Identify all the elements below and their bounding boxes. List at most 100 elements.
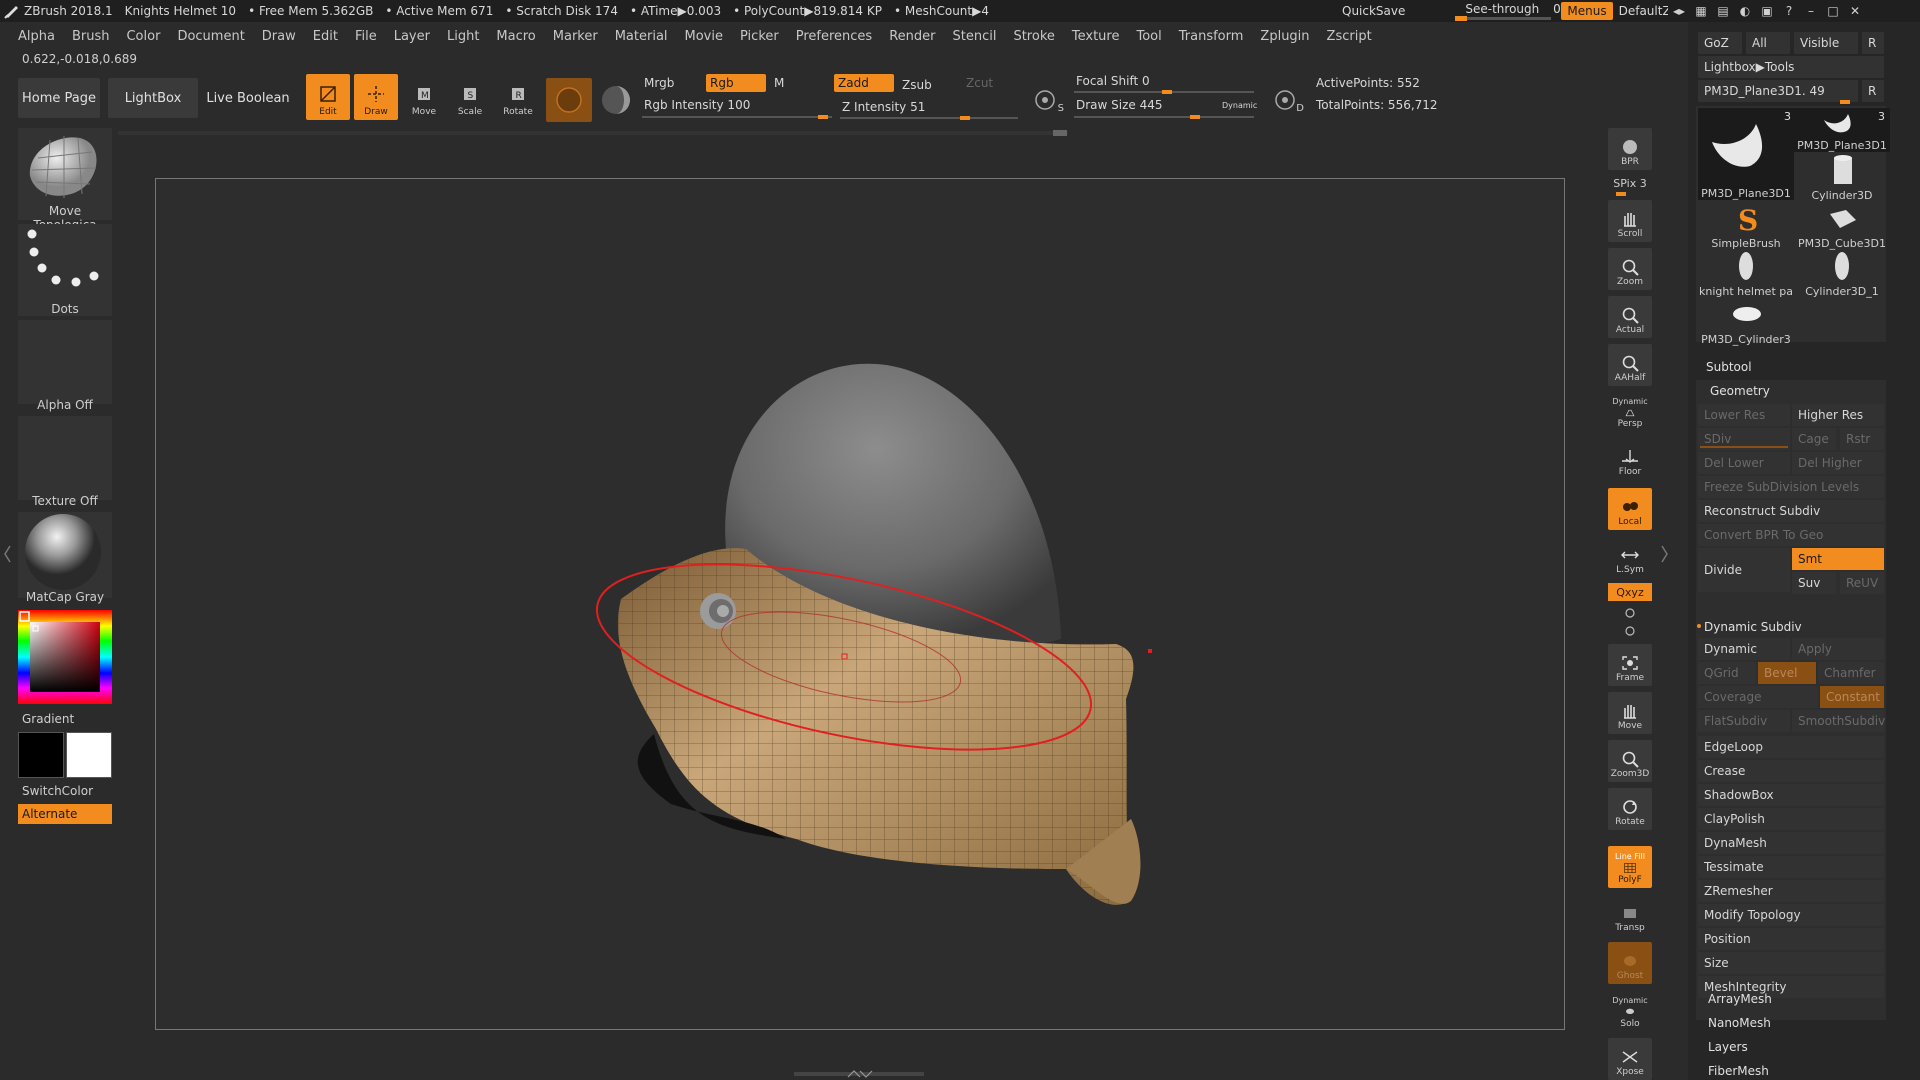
subtool-section[interactable]: Subtool xyxy=(1706,360,1752,374)
current-tool-knob[interactable] xyxy=(1840,100,1850,104)
z-intensity-slider[interactable]: Z Intensity 51 xyxy=(838,98,1018,116)
tool-thumb-cube3d[interactable]: PM3D_Cube3D1 xyxy=(1794,202,1890,250)
material-sphere-button[interactable] xyxy=(546,78,592,122)
cage-button[interactable]: Cage xyxy=(1792,428,1836,450)
document-canvas[interactable] xyxy=(155,178,1565,1030)
m-toggle[interactable]: M xyxy=(770,74,810,92)
reconstruct-subdiv-button[interactable]: Reconstruct Subdiv xyxy=(1698,500,1884,522)
higher-res-button[interactable]: Higher Res xyxy=(1792,404,1884,426)
smt-toggle[interactable]: Smt xyxy=(1792,548,1884,570)
d-dynamic-button[interactable]: D xyxy=(1270,82,1306,118)
s-focal-button[interactable]: S xyxy=(1030,82,1066,118)
tool-thumb-cylinder3d[interactable]: Cylinder3D xyxy=(1794,154,1890,202)
tessimate-section[interactable]: Tessimate xyxy=(1698,856,1884,878)
right-panel-collapse-icon[interactable] xyxy=(1660,544,1668,564)
fibermesh-section[interactable]: FiberMesh xyxy=(1708,1064,1769,1078)
spix-knob[interactable] xyxy=(1616,192,1626,196)
menu-material[interactable]: Material xyxy=(615,29,668,44)
primary-color-swatch[interactable] xyxy=(18,732,64,778)
menu-render[interactable]: Render xyxy=(889,29,935,44)
modify-topology-section[interactable]: Modify Topology xyxy=(1698,904,1884,926)
xpose-button[interactable]: Xpose xyxy=(1608,1038,1652,1080)
qgrid-slider[interactable]: QGrid xyxy=(1698,662,1756,684)
zadd-toggle[interactable]: Zadd xyxy=(834,74,894,92)
geometry-section[interactable]: Geometry xyxy=(1710,384,1770,398)
chamfer-toggle[interactable]: Chamfer xyxy=(1818,662,1884,684)
apply-button[interactable]: Apply xyxy=(1792,638,1884,660)
zremesher-section[interactable]: ZRemesher xyxy=(1698,880,1884,902)
actual-button[interactable]: Actual xyxy=(1608,296,1652,338)
helmet-model-viewport[interactable] xyxy=(156,179,1566,1031)
bevel-toggle[interactable]: Bevel xyxy=(1758,662,1816,684)
edgeloop-section[interactable]: EdgeLoop xyxy=(1698,736,1884,758)
scale-button[interactable]: S Scale xyxy=(448,74,492,120)
transp-button[interactable]: Transp xyxy=(1608,894,1652,936)
canvas-top-scrollbar[interactable] xyxy=(118,126,1068,136)
alpha-selector[interactable] xyxy=(18,320,112,404)
live-boolean-button[interactable]: Live Boolean xyxy=(206,78,290,118)
menu-zscript[interactable]: Zscript xyxy=(1327,29,1372,44)
move-button[interactable]: M Move xyxy=(402,74,446,120)
tool-thumb-knight-helmet[interactable]: knight helmet pa xyxy=(1698,250,1794,298)
zcut-toggle[interactable]: Zcut xyxy=(962,74,1002,92)
menu-color[interactable]: Color xyxy=(126,29,160,44)
gradient-label[interactable]: Gradient xyxy=(18,712,112,726)
spix-slider[interactable]: SPix 3 xyxy=(1608,174,1652,192)
smoothsubdiv-slider[interactable]: SmoothSubdiv xyxy=(1792,710,1885,732)
menu-stencil[interactable]: Stencil xyxy=(952,29,996,44)
secondary-color-swatch[interactable] xyxy=(66,732,112,778)
focal-shift-knob[interactable] xyxy=(1162,90,1172,94)
position-section[interactable]: Position xyxy=(1698,928,1884,950)
layout-icon[interactable]: ◂▸ xyxy=(1668,0,1690,22)
edit-button[interactable]: Edit xyxy=(306,74,350,120)
menu-file[interactable]: File xyxy=(355,29,377,44)
lsym-button[interactable]: L.Sym xyxy=(1608,536,1652,578)
menu-transform[interactable]: Transform xyxy=(1179,29,1244,44)
tool-thumb-plane3d-2[interactable]: PM3D_Plane3D1 xyxy=(1794,108,1890,152)
aahalf-button[interactable]: AAHalf xyxy=(1608,344,1652,386)
layers-section[interactable]: Layers xyxy=(1708,1040,1748,1054)
menu-preferences[interactable]: Preferences xyxy=(796,29,872,44)
close-icon[interactable]: ✕ xyxy=(1844,0,1866,22)
local-button[interactable]: Local xyxy=(1608,488,1652,530)
canvas-bottom-scrollbar[interactable] xyxy=(794,1070,924,1078)
color-sphere-button[interactable] xyxy=(598,82,634,118)
dynamic-size-toggle[interactable]: Dynamic xyxy=(1218,96,1264,114)
menus-button[interactable]: Menus xyxy=(1561,2,1613,20)
menu-brush[interactable]: Brush xyxy=(72,29,110,44)
see-through-knob[interactable] xyxy=(1455,16,1468,21)
alternate-button[interactable]: Alternate xyxy=(18,804,112,824)
goz-r-button[interactable]: R xyxy=(1862,32,1884,54)
size-section[interactable]: Size xyxy=(1698,952,1884,974)
tool-thumb-simplebrush[interactable]: S SimpleBrush xyxy=(1698,202,1794,250)
menu-movie[interactable]: Movie xyxy=(685,29,723,44)
xyz-button[interactable]: Qxyz xyxy=(1608,583,1652,601)
goz-button[interactable]: GoZ xyxy=(1698,32,1742,54)
color-picker[interactable] xyxy=(18,610,112,704)
claypolish-section[interactable]: ClayPolish xyxy=(1698,808,1884,830)
shadowbox-section[interactable]: ShadowBox xyxy=(1698,784,1884,806)
home-page-button[interactable]: Home Page xyxy=(18,78,100,118)
move-view-button[interactable]: Move xyxy=(1608,692,1652,734)
see-through-slider[interactable]: See-through 0 xyxy=(1455,2,1561,21)
zoom3d-button[interactable]: Zoom3D xyxy=(1608,740,1652,782)
minimize-icon[interactable]: – xyxy=(1800,0,1822,22)
lock-icon[interactable]: ▣ xyxy=(1756,0,1778,22)
menu-macro[interactable]: Macro xyxy=(496,29,535,44)
tool-thumb-plane3d-active[interactable]: PM3D_Plane3D1 xyxy=(1698,108,1794,200)
crease-section[interactable]: Crease xyxy=(1698,760,1884,782)
constant-toggle[interactable]: Constant xyxy=(1820,686,1884,708)
del-higher-button[interactable]: Del Higher xyxy=(1792,452,1884,474)
solo-button[interactable]: Dynamic Solo xyxy=(1608,990,1652,1032)
rgb-intensity-knob[interactable] xyxy=(818,115,828,119)
menu-light[interactable]: Light xyxy=(447,29,479,44)
draw-size-knob[interactable] xyxy=(1190,115,1200,119)
frame-button[interactable]: Frame xyxy=(1608,644,1652,686)
menu-zplugin[interactable]: Zplugin xyxy=(1260,29,1309,44)
dynamesh-section[interactable]: DynaMesh xyxy=(1698,832,1884,854)
rgb-intensity-slider[interactable]: Rgb Intensity 100 xyxy=(640,96,830,114)
current-tool-r-button[interactable]: R xyxy=(1862,80,1884,102)
focal-shift-slider[interactable]: Focal Shift 0 xyxy=(1072,72,1252,90)
help-icon[interactable]: ? xyxy=(1778,0,1800,22)
rotate-axis-y-icon[interactable] xyxy=(1608,604,1652,622)
